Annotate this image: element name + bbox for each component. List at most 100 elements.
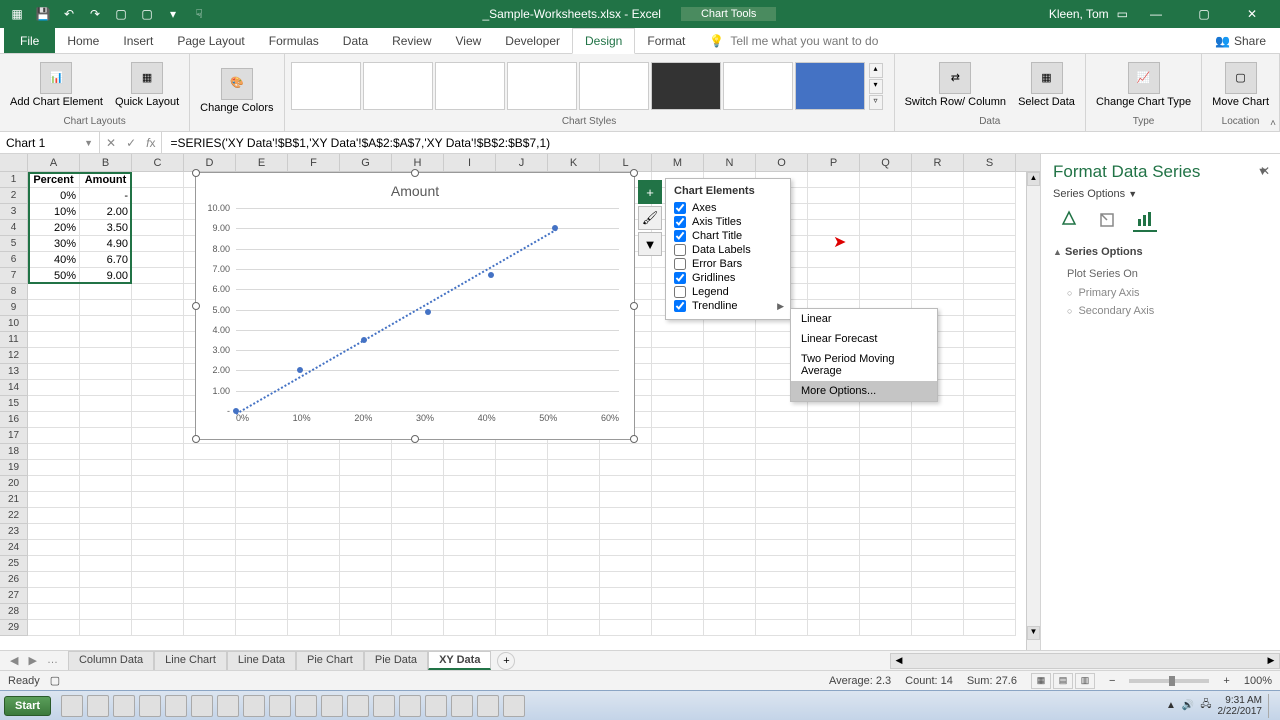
cell[interactable] bbox=[600, 572, 652, 588]
cell[interactable] bbox=[132, 492, 184, 508]
cell[interactable] bbox=[496, 444, 548, 460]
close-pane-icon[interactable]: ✕ bbox=[1260, 164, 1270, 178]
sheet-nav-prev-icon[interactable]: ◀ bbox=[10, 654, 18, 667]
checkbox[interactable] bbox=[674, 244, 686, 256]
cell[interactable] bbox=[288, 524, 340, 540]
cell[interactable] bbox=[704, 620, 756, 636]
cell[interactable] bbox=[756, 444, 808, 460]
cell[interactable] bbox=[132, 476, 184, 492]
cell[interactable] bbox=[600, 476, 652, 492]
submenu-item[interactable]: More Options... bbox=[791, 381, 937, 401]
row-header[interactable]: 16 bbox=[0, 412, 28, 428]
cell[interactable] bbox=[444, 460, 496, 476]
cell[interactable] bbox=[28, 300, 80, 316]
cell[interactable] bbox=[496, 540, 548, 556]
task-icon[interactable] bbox=[451, 695, 473, 717]
cell[interactable] bbox=[496, 492, 548, 508]
row-header[interactable]: 6 bbox=[0, 252, 28, 268]
cell[interactable] bbox=[80, 524, 132, 540]
cell[interactable] bbox=[912, 428, 964, 444]
tab-developer[interactable]: Developer bbox=[493, 28, 572, 53]
sheet-nav-next-icon[interactable]: ▶ bbox=[28, 654, 36, 667]
row-header[interactable]: 7 bbox=[0, 268, 28, 284]
macro-record-icon[interactable]: ▢ bbox=[50, 674, 60, 687]
cell[interactable] bbox=[652, 588, 704, 604]
primary-axis-radio[interactable]: Primary Axis bbox=[1053, 284, 1268, 302]
cell[interactable] bbox=[652, 348, 704, 364]
cell[interactable] bbox=[444, 444, 496, 460]
cell[interactable] bbox=[184, 540, 236, 556]
cell[interactable] bbox=[912, 604, 964, 620]
cell[interactable] bbox=[756, 620, 808, 636]
cell[interactable] bbox=[236, 620, 288, 636]
cell[interactable] bbox=[340, 444, 392, 460]
cell[interactable] bbox=[756, 492, 808, 508]
cell[interactable] bbox=[132, 380, 184, 396]
cell[interactable] bbox=[288, 508, 340, 524]
cell[interactable] bbox=[704, 492, 756, 508]
row-header[interactable]: 10 bbox=[0, 316, 28, 332]
task-icon[interactable] bbox=[503, 695, 525, 717]
cell[interactable] bbox=[28, 396, 80, 412]
cell[interactable] bbox=[600, 604, 652, 620]
cell[interactable] bbox=[80, 540, 132, 556]
task-icon[interactable] bbox=[295, 695, 317, 717]
cell[interactable] bbox=[860, 460, 912, 476]
cell[interactable] bbox=[392, 572, 444, 588]
cell[interactable] bbox=[548, 444, 600, 460]
chart-element-item[interactable]: Data Labels bbox=[674, 243, 782, 257]
cell[interactable] bbox=[184, 524, 236, 540]
tell-me-search[interactable]: 💡 Tell me what you want to do bbox=[697, 28, 890, 53]
cell[interactable] bbox=[80, 508, 132, 524]
row-header[interactable]: 2 bbox=[0, 188, 28, 204]
cell[interactable] bbox=[912, 220, 964, 236]
row-header[interactable]: 20 bbox=[0, 476, 28, 492]
cell[interactable] bbox=[912, 204, 964, 220]
cell[interactable]: 6.70 bbox=[80, 252, 132, 268]
cell[interactable] bbox=[80, 284, 132, 300]
checkbox[interactable] bbox=[674, 272, 686, 284]
cell[interactable] bbox=[756, 540, 808, 556]
cell[interactable] bbox=[184, 572, 236, 588]
cell[interactable] bbox=[964, 396, 1016, 412]
close-button[interactable]: ✕ bbox=[1232, 0, 1272, 28]
tab-home[interactable]: Home bbox=[55, 28, 111, 53]
cell[interactable] bbox=[860, 444, 912, 460]
cell[interactable] bbox=[28, 316, 80, 332]
cell[interactable] bbox=[80, 444, 132, 460]
task-icon[interactable] bbox=[87, 695, 109, 717]
cell[interactable] bbox=[132, 204, 184, 220]
cell[interactable] bbox=[184, 604, 236, 620]
cancel-formula-icon[interactable]: ✕ bbox=[106, 136, 116, 150]
cell[interactable] bbox=[860, 236, 912, 252]
cell[interactable] bbox=[652, 556, 704, 572]
collapse-ribbon-icon[interactable]: ˄ bbox=[1270, 118, 1276, 129]
cell[interactable] bbox=[392, 492, 444, 508]
cell[interactable] bbox=[496, 476, 548, 492]
cell[interactable] bbox=[912, 460, 964, 476]
cell[interactable] bbox=[132, 252, 184, 268]
cell[interactable] bbox=[236, 588, 288, 604]
cell[interactable] bbox=[808, 524, 860, 540]
task-icon[interactable] bbox=[399, 695, 421, 717]
cell[interactable] bbox=[912, 556, 964, 572]
quick-layout-button[interactable]: ▦ Quick Layout bbox=[111, 60, 183, 111]
cell[interactable] bbox=[860, 268, 912, 284]
cell[interactable] bbox=[132, 316, 184, 332]
chart-style-3[interactable] bbox=[435, 62, 505, 110]
cell[interactable] bbox=[964, 540, 1016, 556]
cell[interactable] bbox=[80, 396, 132, 412]
row-header[interactable]: 5 bbox=[0, 236, 28, 252]
cell[interactable] bbox=[340, 604, 392, 620]
column-header[interactable]: G bbox=[340, 154, 392, 171]
cell[interactable] bbox=[756, 412, 808, 428]
cell[interactable] bbox=[548, 508, 600, 524]
cell[interactable] bbox=[236, 540, 288, 556]
cell[interactable] bbox=[600, 588, 652, 604]
cell[interactable] bbox=[28, 572, 80, 588]
cell[interactable] bbox=[860, 492, 912, 508]
cell[interactable] bbox=[600, 508, 652, 524]
cell[interactable] bbox=[964, 348, 1016, 364]
cell[interactable] bbox=[860, 572, 912, 588]
cell[interactable] bbox=[704, 524, 756, 540]
